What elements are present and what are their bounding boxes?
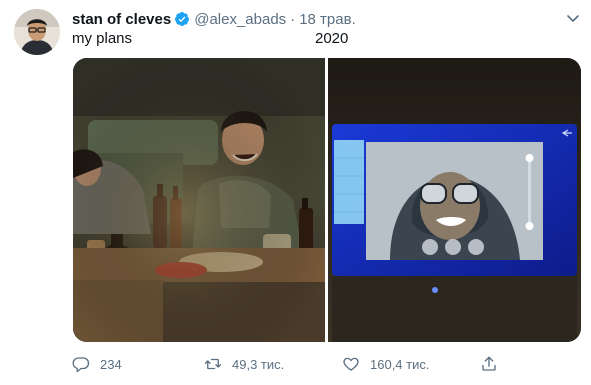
tweet-date[interactable]: 18 трав. — [299, 11, 356, 28]
like-button[interactable]: 160,4 тис. — [342, 352, 429, 376]
avatar[interactable] — [14, 9, 60, 55]
media-image-right[interactable] — [328, 58, 581, 342]
author-name[interactable]: stan of cleves — [72, 11, 171, 28]
tweet-media[interactable] — [73, 58, 581, 342]
tweet-card[interactable]: stan of cleves @alex_abads · 18 трав. my… — [0, 0, 591, 385]
reply-count: 234 — [100, 356, 122, 372]
share-icon — [482, 356, 496, 371]
retweet-count: 49,3 тис. — [232, 356, 285, 372]
reply-button[interactable]: 234 — [72, 352, 122, 376]
share-button[interactable] — [480, 352, 508, 376]
reply-icon — [72, 357, 90, 373]
retweet-icon — [204, 358, 222, 370]
retweet-button[interactable]: 49,3 тис. — [204, 352, 284, 376]
media-image-left[interactable] — [73, 58, 325, 342]
tweet-header: stan of cleves @alex_abads · 18 трав. — [72, 9, 356, 29]
tweet-actions: 234 49,3 тис. 160,4 тис. — [72, 352, 582, 376]
like-count: 160,4 тис. — [370, 356, 430, 372]
like-icon — [343, 357, 359, 371]
verified-badge-icon — [174, 11, 190, 27]
tweet-text-line-2: 2020 — [315, 30, 349, 47]
separator-dot: · — [290, 10, 296, 28]
tweet-text-line-1: my plans — [72, 30, 133, 47]
author-handle[interactable]: @alex_abads — [194, 11, 286, 28]
chevron-down-icon[interactable] — [563, 10, 583, 28]
